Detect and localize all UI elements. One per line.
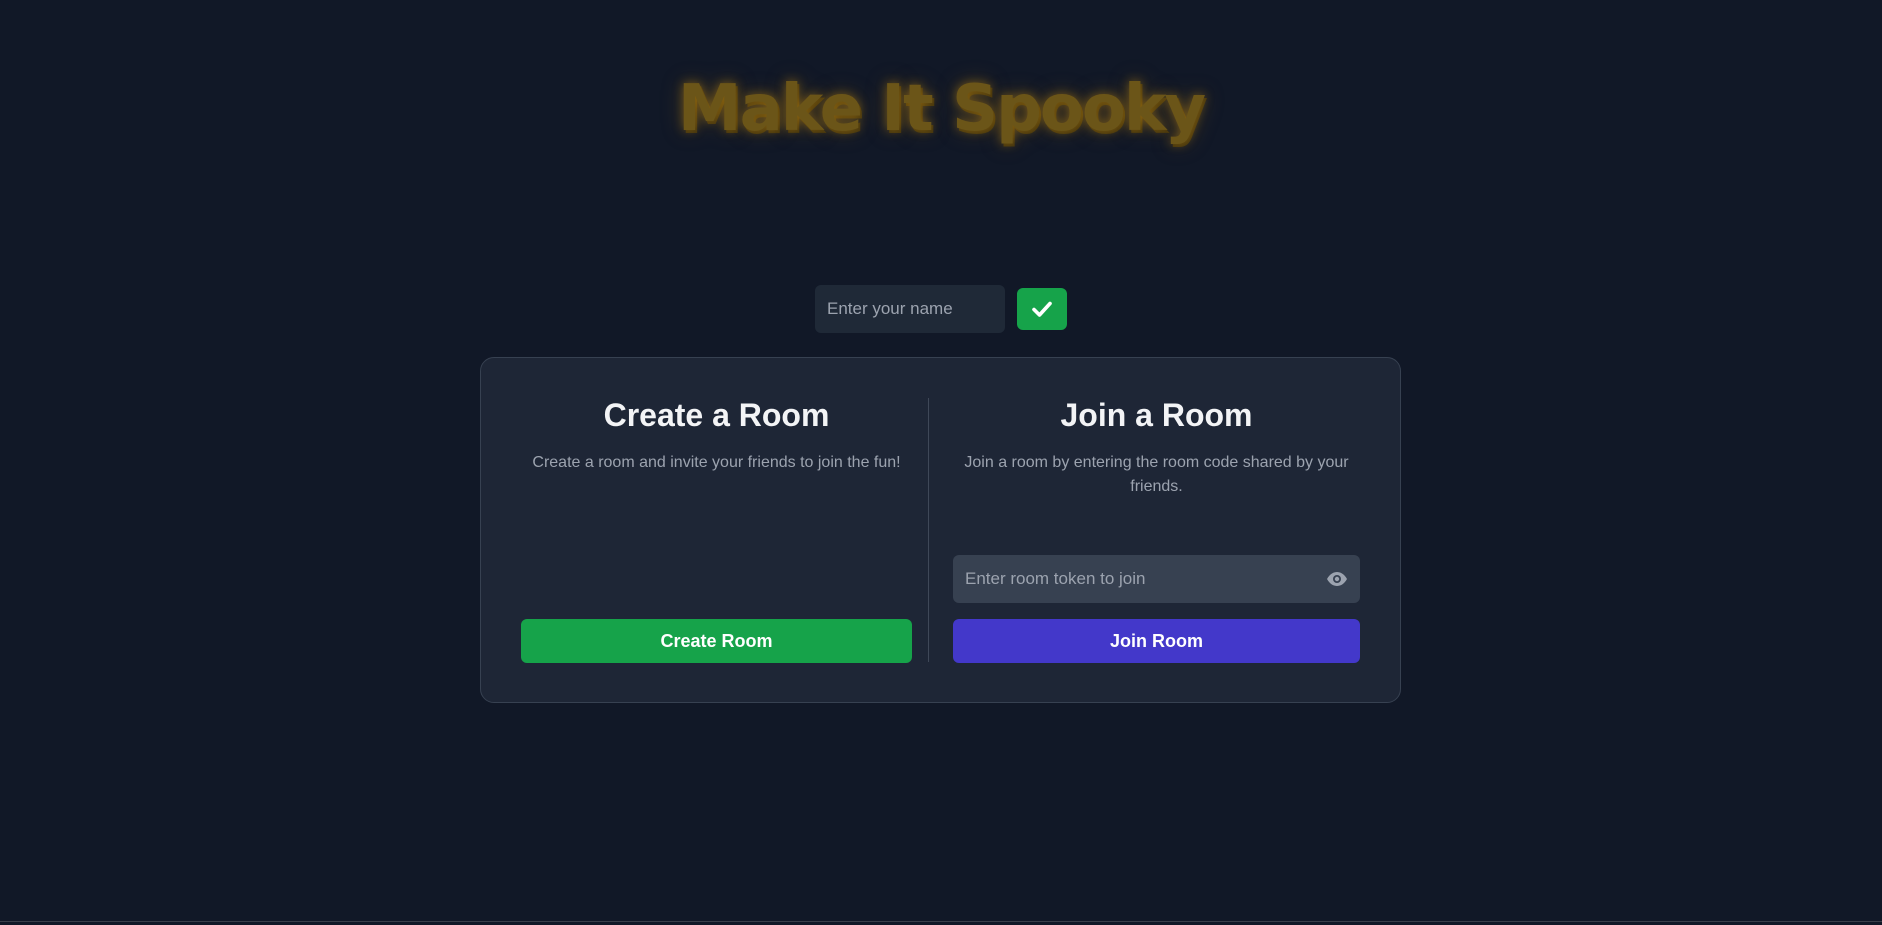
name-input[interactable] (815, 285, 1005, 333)
page: Make It Spooky Create a Room Create a ro… (0, 0, 1882, 925)
toggle-token-visibility-button[interactable] (1326, 569, 1348, 589)
panel-divider (928, 398, 929, 662)
create-room-button[interactable]: Create Room (521, 619, 912, 663)
create-room-title: Create a Room (603, 397, 830, 433)
app-title: Make It Spooky (677, 72, 1206, 146)
room-token-input[interactable] (953, 555, 1313, 603)
join-room-title: Join a Room (1060, 397, 1253, 433)
room-card: Create a Room Create a room and invite y… (480, 357, 1401, 703)
check-icon (1032, 301, 1052, 317)
join-room-description: Join a room by entering the room code sh… (964, 454, 1349, 495)
name-entry-row (815, 285, 1067, 333)
confirm-name-button[interactable] (1017, 288, 1067, 330)
bottom-divider (0, 921, 1882, 922)
room-token-field (953, 555, 1360, 603)
join-room-button[interactable]: Join Room (953, 619, 1360, 663)
create-room-description: Create a room and invite your friends to… (532, 454, 901, 471)
eye-icon (1327, 572, 1347, 586)
